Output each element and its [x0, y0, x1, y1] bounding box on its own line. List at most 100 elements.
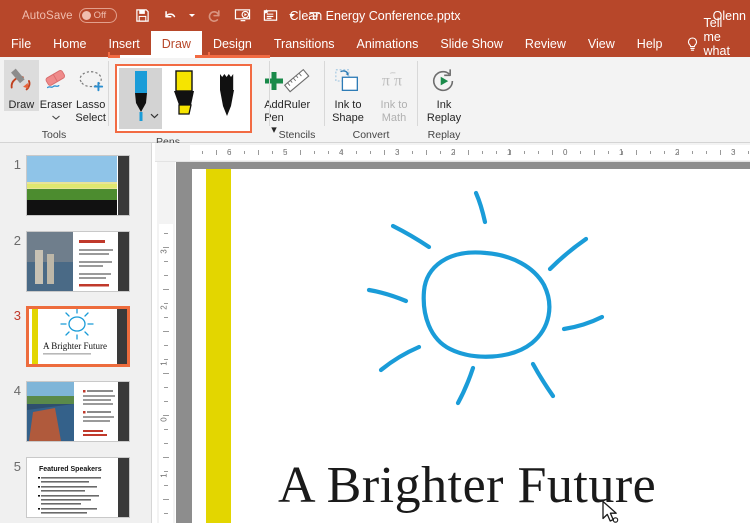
new-slide-icon[interactable] — [261, 6, 280, 25]
tab-home[interactable]: Home — [42, 31, 97, 57]
svg-text:A Brighter Future: A Brighter Future — [43, 341, 107, 351]
ruler-button[interactable]: Ruler — [274, 60, 320, 111]
ribbon-draw: Draw Eraser — [0, 57, 750, 143]
tab-view[interactable]: View — [577, 31, 626, 57]
eraser-tool-button[interactable]: Eraser — [39, 60, 74, 123]
thumbnail-canvas-4[interactable] — [26, 381, 130, 442]
ribbon-group-replay: Ink Replay Replay — [418, 57, 470, 142]
slide-number-5: 5 — [0, 457, 26, 518]
customize-quick-access-toolbar-icon[interactable] — [305, 6, 324, 25]
slide-3-side-panel — [117, 309, 127, 364]
autosave-toggle-group[interactable]: AutoSave Off — [22, 8, 117, 23]
tab-insert[interactable]: Insert — [98, 31, 151, 57]
vertical-ruler[interactable]: 3 2 1 0 1 — [157, 162, 175, 523]
ink-replay-label-line2: Replay — [427, 112, 461, 124]
ink-to-shape-icon — [333, 64, 363, 98]
ribbon-group-stencils: Ruler Stencils — [270, 57, 324, 142]
slide-1-preview — [27, 156, 129, 215]
quick-access-toolbar — [133, 6, 324, 25]
slide-editing-area[interactable]: A Brighter Future — [176, 162, 750, 523]
pens-gallery[interactable] — [115, 64, 252, 133]
ink-replay-icon — [429, 64, 459, 98]
redo-icon[interactable] — [205, 6, 224, 25]
tab-transitions[interactable]: Transitions — [263, 31, 346, 57]
autosave-knob — [82, 11, 91, 20]
active-tab-underline — [120, 55, 195, 58]
slide-thumbnail-1[interactable]: 1 — [0, 155, 152, 216]
slide-thumbnail-5[interactable]: 5 Featured Speakers — [0, 457, 152, 518]
thumbnail-canvas-1[interactable] — [26, 155, 130, 216]
eraser-icon — [41, 64, 71, 98]
thumbnail-canvas-5[interactable]: Featured Speakers — [26, 457, 130, 518]
start-presentation-icon[interactable] — [233, 6, 252, 25]
draw-tool-button[interactable]: Draw — [4, 60, 39, 111]
slide-5-preview: Featured Speakers — [27, 458, 129, 517]
title-bar: AutoSave Off — [0, 0, 750, 31]
slide-2-side-panel — [118, 232, 129, 291]
ink-to-math-icon: π π — [379, 64, 409, 98]
autosave-switch[interactable]: Off — [79, 8, 117, 23]
slide-number-2: 2 — [0, 231, 26, 292]
slide-5-side-panel — [118, 458, 129, 517]
pen-blue-dropdown-caret[interactable] — [150, 106, 159, 124]
lightbulb-icon — [686, 37, 699, 52]
tab-review[interactable]: Review — [514, 31, 577, 57]
ruler-icon — [282, 64, 312, 98]
hruler-ticks — [190, 145, 750, 160]
ink-to-shape-label-line2: Shape — [332, 112, 364, 124]
tab-help[interactable]: Help — [626, 31, 674, 57]
ribbon-group-convert: Ink to Shape π π Ink to Math Convert — [325, 57, 417, 142]
tab-file[interactable]: File — [0, 31, 42, 57]
slide-title-text[interactable]: A Brighter Future — [278, 456, 656, 515]
pen-yellow-highlighter[interactable] — [162, 68, 205, 129]
slide-4-preview — [27, 382, 129, 441]
tell-me-search[interactable]: Tell me what you — [674, 31, 750, 57]
slide-number-4: 4 — [0, 381, 26, 442]
tab-design[interactable]: Design — [202, 31, 263, 57]
lasso-select-label-line2: Select — [75, 112, 106, 124]
ink-to-math-label-line2: Math — [382, 112, 406, 124]
ribbon-group-tools: Draw Eraser — [0, 57, 108, 142]
slide-2-preview — [27, 232, 129, 291]
save-icon[interactable] — [133, 6, 152, 25]
slide-1-side-panel — [118, 156, 129, 215]
undo-icon[interactable] — [161, 6, 180, 25]
lasso-select-icon — [76, 64, 106, 98]
svg-text:π: π — [394, 73, 402, 90]
slide-thumbnail-2[interactable]: 2 — [0, 231, 152, 292]
tab-draw[interactable]: Draw — [151, 31, 202, 57]
horizontal-ruler[interactable]: 6 5 4 3 2 1 0 1 2 3 — [155, 143, 750, 162]
group-label-replay: Replay — [418, 128, 470, 142]
autosave-label: AutoSave — [22, 10, 73, 22]
slide-3-preview: A Brighter Future — [29, 309, 127, 364]
lasso-select-label-line1: Lasso — [76, 99, 105, 111]
current-slide-canvas[interactable]: A Brighter Future — [192, 169, 750, 523]
new-slide-dropdown-caret[interactable] — [289, 6, 296, 25]
ink-to-shape-label-line1: Ink to — [335, 99, 362, 111]
highlight-bracket-corner-left — [108, 52, 110, 58]
undo-dropdown-caret[interactable] — [189, 6, 196, 25]
ink-replay-button[interactable]: Ink Replay — [421, 60, 467, 124]
highlight-bracket-right — [195, 55, 270, 58]
pen-blue[interactable] — [119, 68, 162, 129]
draw-tool-label: Draw — [9, 99, 35, 111]
slide-thumbnail-4[interactable]: 4 — [0, 381, 152, 442]
ink-to-math-label-line1: Ink to — [381, 99, 408, 111]
thumbnail-canvas-3[interactable]: A Brighter Future — [26, 306, 130, 367]
eraser-tool-label: Eraser — [40, 99, 72, 111]
svg-text:Featured Speakers: Featured Speakers — [39, 466, 102, 473]
slide-number-3: 3 — [0, 306, 26, 367]
tab-animations[interactable]: Animations — [346, 31, 430, 57]
thumbnail-canvas-2[interactable] — [26, 231, 130, 292]
tab-slide-show[interactable]: Slide Show — [429, 31, 514, 57]
highlight-bracket-corner-right — [208, 52, 210, 58]
lasso-select-button[interactable]: Lasso Select — [73, 60, 108, 124]
ink-to-shape-button[interactable]: Ink to Shape — [325, 60, 371, 124]
horizontal-ruler-track: 6 5 4 3 2 1 0 1 2 3 — [190, 145, 750, 160]
svg-text:π: π — [382, 73, 390, 90]
slide-thumbnail-panel[interactable]: 1 2 — [0, 143, 152, 523]
pen-draw-icon — [6, 64, 36, 98]
pen-black-pencil[interactable] — [205, 68, 248, 129]
slide-thumbnail-3[interactable]: 3 A Brighter Future — [0, 306, 152, 367]
eraser-dropdown-caret[interactable] — [52, 111, 60, 123]
